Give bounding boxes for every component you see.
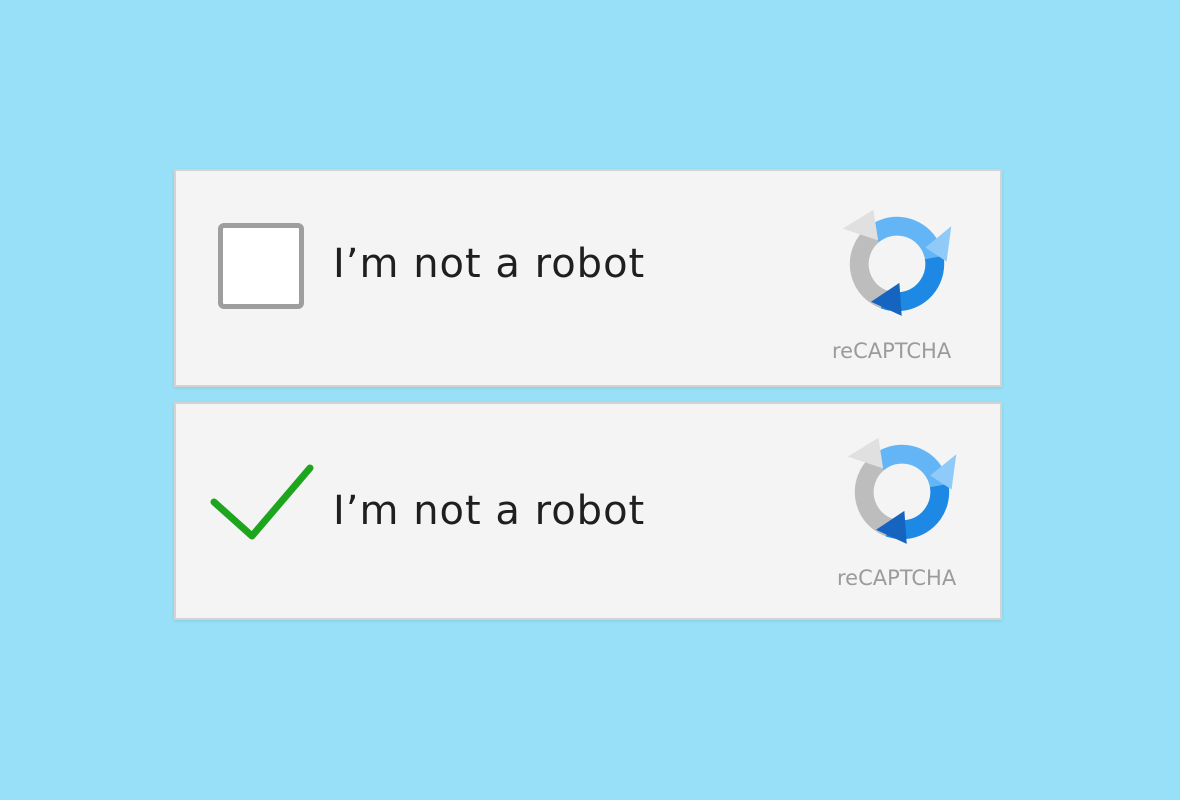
recaptcha-label: I’m not a robot [333, 241, 646, 287]
checkmark-icon[interactable] [210, 462, 314, 542]
recaptcha-brand-text: reCAPTCHA [832, 339, 952, 363]
recaptcha-logo-icon [842, 209, 952, 316]
recaptcha-label: I’m not a robot [333, 488, 646, 534]
recaptcha-widget-checked: I’m not a robot reCAPTCHA [174, 402, 1002, 620]
recaptcha-brand-text: reCAPTCHA [837, 566, 957, 590]
recaptcha-logo-icon [847, 437, 957, 544]
recaptcha-checkbox[interactable] [218, 223, 304, 309]
recaptcha-widget-unchecked: I’m not a robot reCAPTCHA [174, 169, 1002, 387]
